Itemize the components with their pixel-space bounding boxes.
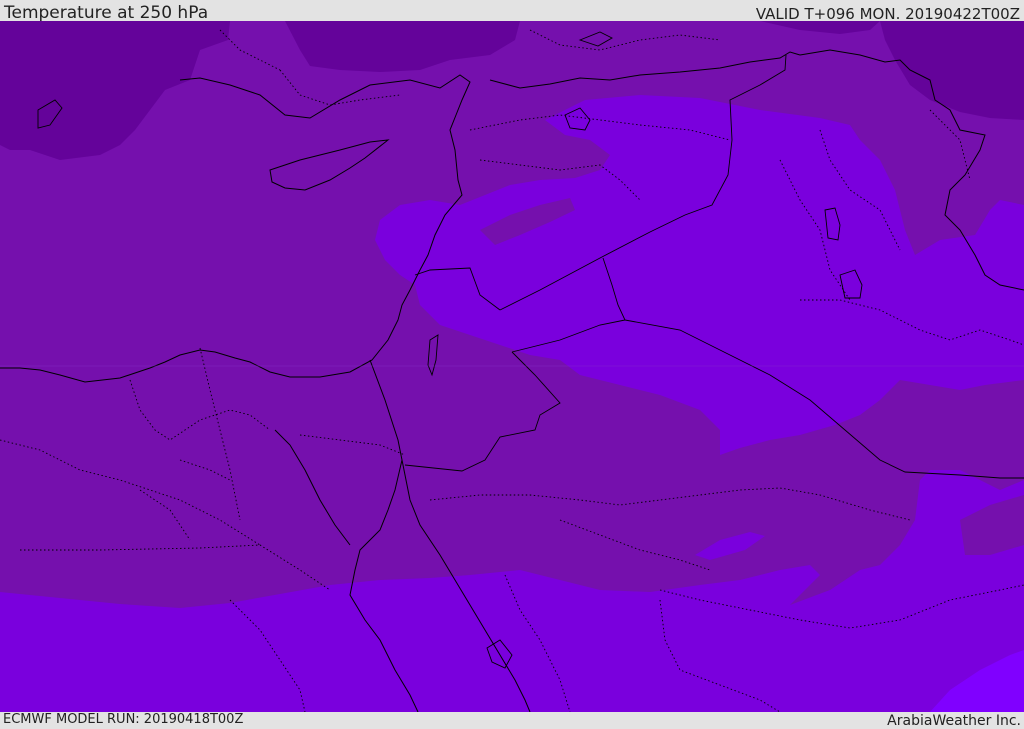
header-bar: Temperature at 250 hPa VALID T+096 MON. … [0, 0, 1024, 23]
map-canvas [0, 21, 1024, 712]
map-title: Temperature at 250 hPa [4, 3, 209, 23]
credit-label: ArabiaWeather Inc. [887, 713, 1021, 729]
temperature-map [0, 21, 1024, 712]
footer-bar: ECMWF MODEL RUN: 20190418T00Z ArabiaWeat… [0, 712, 1024, 729]
model-run-label: ECMWF MODEL RUN: 20190418T00Z [3, 712, 244, 727]
